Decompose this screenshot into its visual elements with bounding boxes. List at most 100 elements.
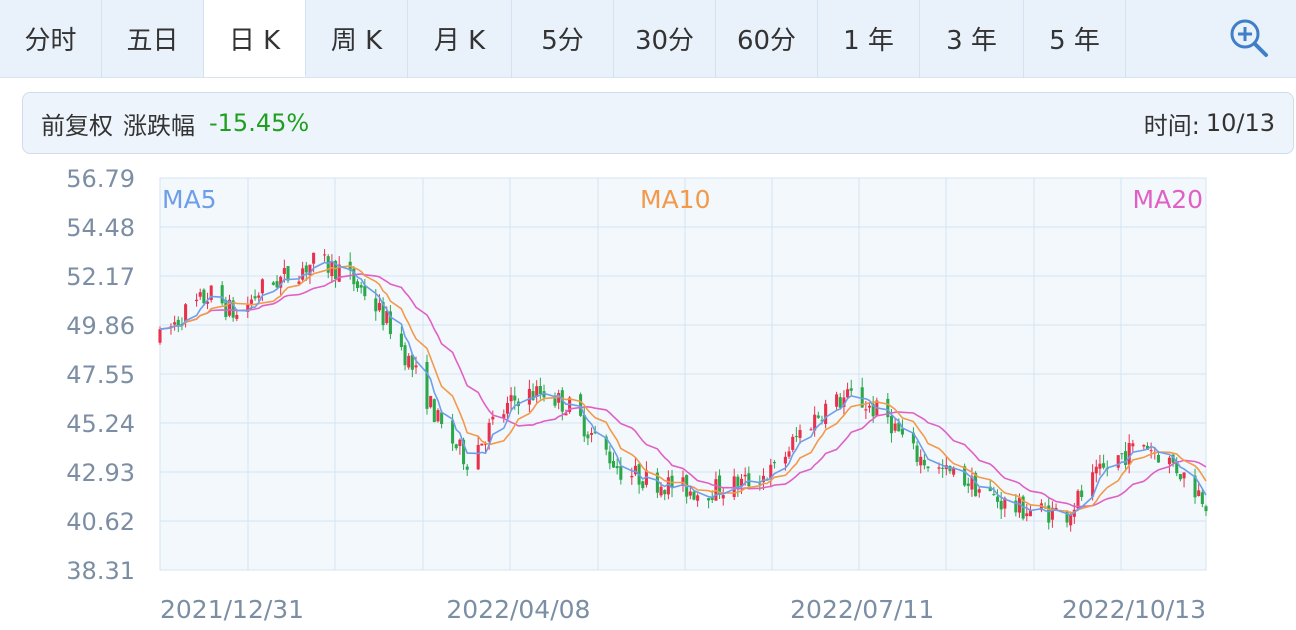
time-value: 10/13 [1205, 109, 1275, 137]
candle-body [323, 254, 327, 256]
candle-body [436, 410, 440, 422]
candle-body [487, 422, 491, 442]
tab-10[interactable]: 3 年 [920, 0, 1024, 77]
candle-body [374, 298, 378, 312]
tab-11[interactable]: 5 年 [1024, 0, 1126, 77]
candle-body [286, 266, 290, 281]
candle-body [663, 490, 667, 495]
candle-body [1094, 466, 1098, 474]
candle-body [249, 299, 253, 304]
tab-9[interactable]: 1 年 [818, 0, 920, 77]
adjust-mode[interactable]: 前复权 [41, 106, 113, 141]
candle-body [590, 433, 594, 435]
zoom-button[interactable] [1126, 0, 1296, 77]
tab-6[interactable]: 5分 [512, 0, 614, 77]
candle-body [304, 265, 308, 273]
candle-body [1178, 474, 1182, 480]
candle-body [582, 414, 586, 437]
candle-body [480, 443, 484, 446]
candle-body [275, 281, 279, 288]
candle-body [513, 395, 517, 401]
candle-body [527, 388, 531, 405]
candle-body [432, 399, 436, 423]
candle-body [849, 388, 853, 391]
candle-body [732, 476, 736, 497]
candle-body [579, 394, 583, 416]
candle-body [977, 489, 981, 493]
change-value: -15.45% [209, 109, 310, 137]
candle-body [838, 397, 842, 408]
candle-body [465, 466, 469, 470]
candle-body [1197, 490, 1201, 497]
y-tick-label: 40.62 [66, 508, 135, 536]
info-bar: 前复权 涨跌幅 -15.45% 时间: 10/13 [22, 92, 1294, 154]
candle-body [198, 292, 202, 297]
y-tick-label: 56.79 [66, 165, 135, 193]
zoom-in-icon [1230, 19, 1268, 57]
candle-body [941, 467, 945, 469]
candle-body [900, 428, 904, 435]
candle-body [615, 466, 619, 469]
candle-body [794, 436, 798, 438]
candle-body [458, 439, 462, 446]
y-tick-label: 54.48 [66, 214, 135, 242]
tab-2[interactable]: 五日 [102, 0, 204, 77]
candle-body [707, 498, 711, 501]
candle-body [747, 473, 751, 487]
x-tick-label: 2021/12/31 [160, 595, 304, 624]
candle-body [1149, 450, 1153, 452]
x-tick-label: 2022/07/11 [790, 595, 934, 624]
candle-body [505, 402, 509, 414]
candle-body [1167, 457, 1171, 465]
candle-body [158, 329, 162, 343]
candle-body [1131, 443, 1135, 447]
tab-7[interactable]: 30分 [614, 0, 716, 77]
candle-body [220, 285, 224, 304]
candle-body [257, 295, 261, 298]
candle-body [202, 289, 206, 304]
candle-body [783, 456, 787, 464]
candle-body [791, 436, 795, 450]
tab-3[interactable]: 日 K [204, 0, 306, 77]
candle-body [235, 314, 239, 319]
candle-body [1200, 492, 1204, 505]
x-tick-label: 2022/10/13 [1062, 595, 1206, 624]
kline-chart[interactable]: 56.79 54.48 52.17 49.86 47.55 45.24 42.93 40.62… [0, 156, 1296, 630]
candle-body [922, 459, 926, 466]
tab-5[interactable]: 月 K [408, 0, 512, 77]
candle-body [641, 481, 645, 489]
candle-body [743, 474, 747, 477]
candle-body [696, 495, 700, 501]
legend-ma20: MA20 [1133, 185, 1203, 214]
candle-body [429, 396, 433, 408]
candle-body [816, 415, 820, 418]
candle-body [919, 456, 923, 466]
candle-body [359, 285, 363, 288]
candle-body [1142, 444, 1146, 447]
candle-body [915, 445, 919, 462]
candle-body [608, 451, 612, 464]
candle-body [937, 467, 941, 469]
candle-body [491, 416, 495, 420]
candle-body [538, 385, 542, 394]
candle-body [454, 444, 458, 449]
candle-body [1182, 472, 1186, 479]
time-label: 时间: [1143, 111, 1200, 140]
candle-body [846, 389, 850, 398]
candle-body [992, 493, 996, 496]
x-tick-label: 2022/04/08 [446, 595, 590, 624]
candle-body [1069, 514, 1073, 526]
candle-body [692, 491, 696, 500]
period-tab-bar: 分时 五日日 K周 K月 K 5分 30分 60分 1 年3 年5 年 [0, 0, 1296, 78]
tab-1[interactable]: 分时 [0, 0, 102, 77]
candle-body [798, 429, 802, 438]
candle-body [425, 361, 429, 409]
candle-body [893, 423, 897, 431]
candle-body [260, 279, 264, 294]
tab-4[interactable]: 周 K [306, 0, 408, 77]
candle-body [966, 483, 970, 486]
tab-8[interactable]: 60分 [716, 0, 818, 77]
candle-body [1156, 454, 1160, 463]
candle-body [1102, 463, 1106, 468]
candle-body [403, 345, 407, 366]
